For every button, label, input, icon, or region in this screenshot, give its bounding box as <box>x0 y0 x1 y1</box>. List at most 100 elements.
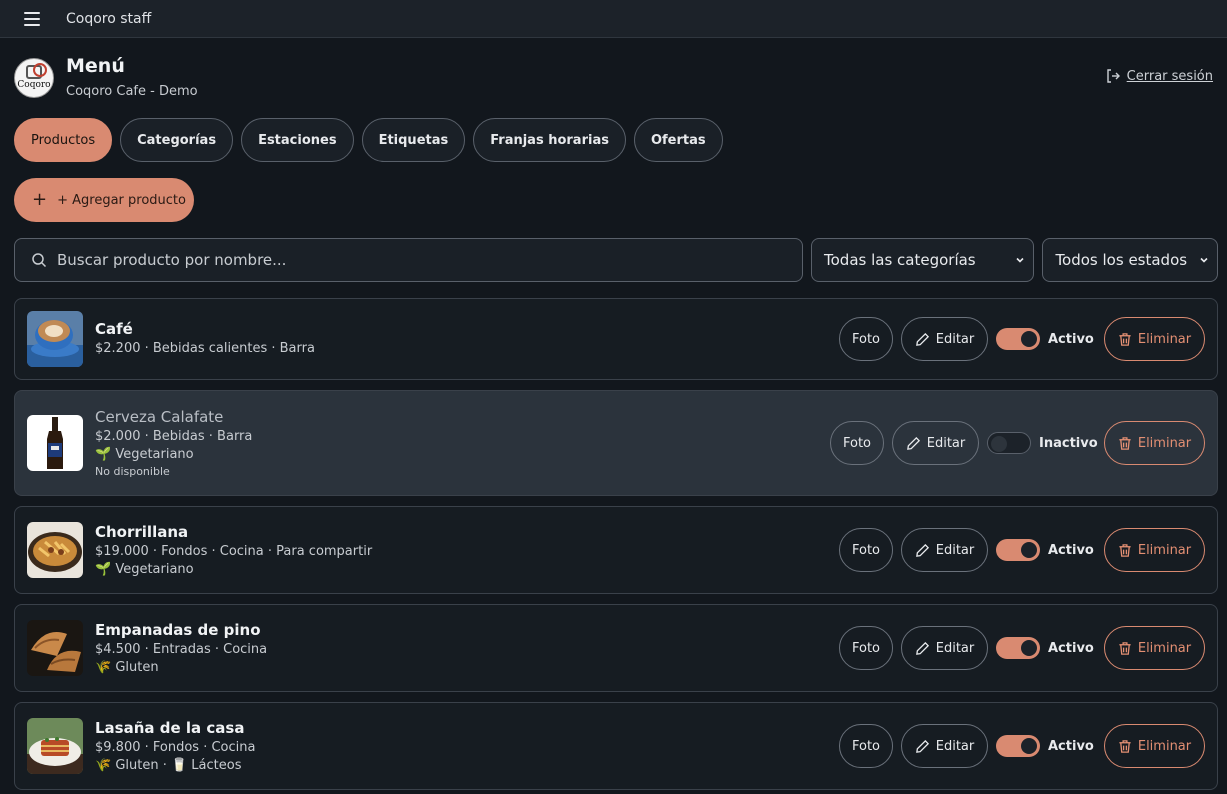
trash-icon <box>1119 436 1131 450</box>
photo-button[interactable]: Foto <box>839 724 893 768</box>
filters-bar: Todas las categorías Todos los estados <box>14 238 1218 282</box>
pencil-icon <box>906 436 920 450</box>
edit-button[interactable]: Editar <box>901 626 988 670</box>
tab-productos[interactable]: Productos <box>14 118 113 162</box>
active-toggle[interactable] <box>996 637 1040 659</box>
search-input[interactable] <box>57 251 757 269</box>
status-label: Activo <box>1048 331 1094 347</box>
status-label: Activo <box>1048 640 1094 656</box>
photo-button[interactable]: Foto <box>839 528 893 572</box>
product-name: Cerveza Calafate <box>95 408 224 426</box>
photo-button[interactable]: Foto <box>839 317 893 361</box>
app-title: Coqoro staff <box>66 10 152 27</box>
product-row: Empanadas de pino $4.500 · Entradas · Co… <box>14 604 1218 692</box>
edit-button[interactable]: Editar <box>901 317 988 361</box>
status-label: Inactivo <box>1039 435 1098 451</box>
product-info: Lasaña de la casa $9.800 · Fondos · Coci… <box>95 719 255 773</box>
add-product-button[interactable]: + + Agregar producto <box>14 178 194 222</box>
plus-icon: + <box>32 189 48 210</box>
product-actions: Foto Editar Activo Eliminar <box>839 528 1205 572</box>
pencil-icon <box>915 543 929 557</box>
product-info: Cerveza Calafate $2.000 · Bebidas · Barr… <box>95 408 252 478</box>
page-header: Coqoro Menú Coqoro Cafe - Demo Cerrar se… <box>14 55 1213 102</box>
product-meta: $4.500 · Entradas · Cocina <box>95 642 268 657</box>
photo-button[interactable]: Foto <box>839 626 893 670</box>
edit-label: Editar <box>926 435 966 451</box>
product-tags: 🌾 Gluten <box>95 660 159 675</box>
product-row: Cerveza Calafate $2.000 · Bebidas · Barr… <box>14 390 1218 496</box>
product-actions: Foto Editar Activo Eliminar <box>839 626 1205 670</box>
edit-button[interactable]: Editar <box>901 528 988 572</box>
logout-label: Cerrar sesión <box>1126 68 1213 84</box>
edit-button[interactable]: Editar <box>901 724 988 768</box>
product-actions: Foto Editar Inactivo Eliminar <box>830 421 1205 465</box>
tab-etiquetas[interactable]: Etiquetas <box>361 118 466 162</box>
logout-link[interactable]: Cerrar sesión <box>1105 68 1213 84</box>
beer-bottle-image <box>27 415 83 471</box>
product-meta: $2.000 · Bebidas · Barra <box>95 429 253 444</box>
status-filter-value: Todos los estados <box>1055 251 1188 269</box>
trash-icon <box>1119 332 1131 346</box>
search-icon <box>32 253 47 268</box>
delete-button[interactable]: Eliminar <box>1104 626 1205 670</box>
active-toggle[interactable] <box>996 735 1040 757</box>
category-filter-value: Todas las categorías <box>824 251 976 269</box>
tab-categorias[interactable]: Categorías <box>120 118 234 162</box>
page-subtitle: Coqoro Cafe - Demo <box>66 84 198 99</box>
empanadas-image <box>27 620 83 676</box>
product-row: Lasaña de la casa $9.800 · Fondos · Coci… <box>14 702 1218 790</box>
add-product-label: + Agregar producto <box>57 192 186 208</box>
product-tags: 🌱 Vegetariano <box>95 562 194 577</box>
edit-label: Editar <box>935 640 975 656</box>
active-toggle[interactable] <box>996 539 1040 561</box>
lasagna-image <box>27 718 83 774</box>
product-actions: Foto Editar Activo Eliminar <box>839 724 1205 768</box>
product-meta: $19.000 · Fondos · Cocina · Para compart… <box>95 544 373 559</box>
product-name: Chorrillana <box>95 523 189 541</box>
logo-text: Coqoro <box>17 80 51 90</box>
active-toggle[interactable] <box>996 328 1040 350</box>
delete-button[interactable]: Eliminar <box>1104 317 1205 361</box>
product-meta: $9.800 · Fondos · Cocina <box>95 740 256 755</box>
edit-label: Editar <box>935 542 975 558</box>
product-info: Café $2.200 · Bebidas calientes · Barra <box>95 320 315 359</box>
status-label: Activo <box>1048 542 1094 558</box>
product-info: Empanadas de pino $4.500 · Entradas · Co… <box>95 621 267 675</box>
tab-ofertas[interactable]: Ofertas <box>633 118 723 162</box>
delete-label: Eliminar <box>1137 640 1192 656</box>
delete-button[interactable]: Eliminar <box>1104 724 1205 768</box>
coffee-cup-image <box>27 311 83 367</box>
availability-note: No disponible <box>95 465 170 478</box>
edit-label: Editar <box>935 738 975 754</box>
delete-label: Eliminar <box>1137 331 1192 347</box>
pencil-icon <box>915 332 929 346</box>
status-filter-select[interactable]: Todos los estados <box>1042 238 1218 282</box>
tab-franjas-horarias[interactable]: Franjas horarias <box>473 118 626 162</box>
tab-estaciones[interactable]: Estaciones <box>241 118 354 162</box>
pencil-icon <box>915 739 929 753</box>
category-filter-select[interactable]: Todas las categorías <box>811 238 1035 282</box>
product-list: Café $2.200 · Bebidas calientes · Barra … <box>14 298 1218 794</box>
menu-icon[interactable] <box>24 11 40 26</box>
product-meta: $2.200 · Bebidas calientes · Barra <box>95 340 315 356</box>
product-name: Empanadas de pino <box>95 621 261 639</box>
product-tags: 🌾 Gluten · 🥛 Lácteos <box>95 758 242 773</box>
logo: Coqoro <box>14 58 54 98</box>
page-title: Menú <box>66 55 125 77</box>
search-box <box>14 238 803 282</box>
active-toggle[interactable] <box>987 432 1031 454</box>
delete-button[interactable]: Eliminar <box>1104 421 1205 465</box>
delete-label: Eliminar <box>1137 435 1192 451</box>
delete-button[interactable]: Eliminar <box>1104 528 1205 572</box>
product-name: Café <box>95 319 133 338</box>
chevron-down-icon <box>1016 257 1025 263</box>
delete-label: Eliminar <box>1137 542 1192 558</box>
product-name: Lasaña de la casa <box>95 719 245 737</box>
status-label: Activo <box>1048 738 1094 754</box>
photo-button[interactable]: Foto <box>830 421 884 465</box>
edit-button[interactable]: Editar <box>892 421 979 465</box>
product-actions: Foto Editar Activo Eliminar <box>839 317 1205 361</box>
tab-bar: Productos Categorías Estaciones Etiqueta… <box>14 118 723 162</box>
chevron-down-icon <box>1200 257 1208 263</box>
trash-icon <box>1119 739 1131 753</box>
